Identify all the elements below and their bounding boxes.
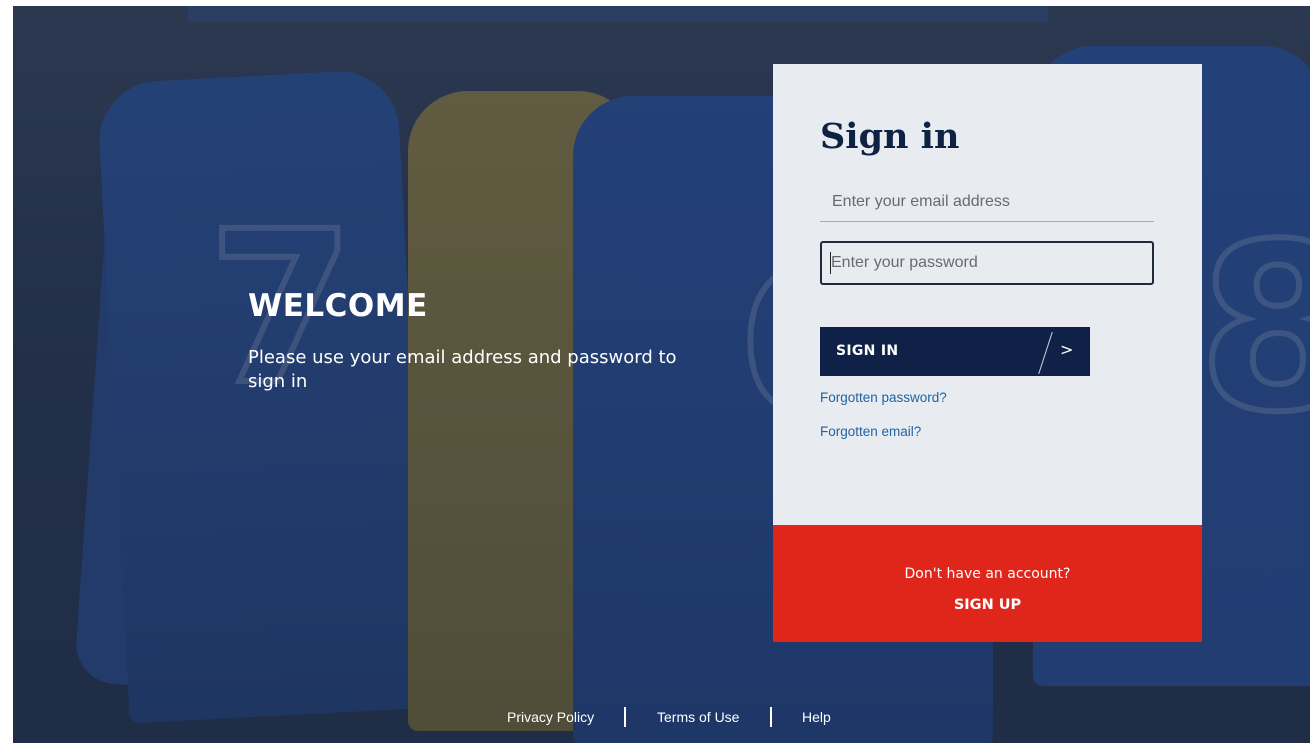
chevron-right-icon: > xyxy=(1060,340,1074,359)
signin-button[interactable]: SIGN IN > xyxy=(820,327,1090,376)
privacy-policy-link[interactable]: Privacy Policy xyxy=(507,709,594,725)
password-field[interactable] xyxy=(820,241,1154,285)
signin-button-label: SIGN IN xyxy=(836,343,899,359)
welcome-title: WELCOME xyxy=(248,288,428,324)
forgot-email-link[interactable]: Forgotten email? xyxy=(820,424,921,439)
signup-panel: Don't have an account? SIGN UP xyxy=(773,525,1202,642)
email-field[interactable] xyxy=(820,182,1154,222)
text-cursor xyxy=(830,252,831,274)
welcome-section: WELCOME Please use your email address an… xyxy=(248,288,688,394)
footer-divider xyxy=(770,707,772,727)
page-stage: 7 6 8 WELCOME Please use your email addr… xyxy=(13,6,1310,743)
slash-divider xyxy=(1038,331,1053,375)
terms-of-use-link[interactable]: Terms of Use xyxy=(657,709,739,725)
forgot-password-link[interactable]: Forgotten password? xyxy=(820,390,947,405)
signin-card: Sign in SIGN IN > Forgotten password? Fo… xyxy=(773,64,1202,642)
welcome-subtitle: Please use your email address and passwo… xyxy=(248,347,677,392)
signup-question: Don't have an account? xyxy=(904,566,1071,582)
signin-title: Sign in xyxy=(820,116,960,157)
help-link[interactable]: Help xyxy=(802,709,831,725)
footer-divider xyxy=(624,707,626,727)
footer: Privacy Policy Terms of Use Help xyxy=(13,707,1310,727)
signup-link[interactable]: SIGN UP xyxy=(773,597,1202,613)
